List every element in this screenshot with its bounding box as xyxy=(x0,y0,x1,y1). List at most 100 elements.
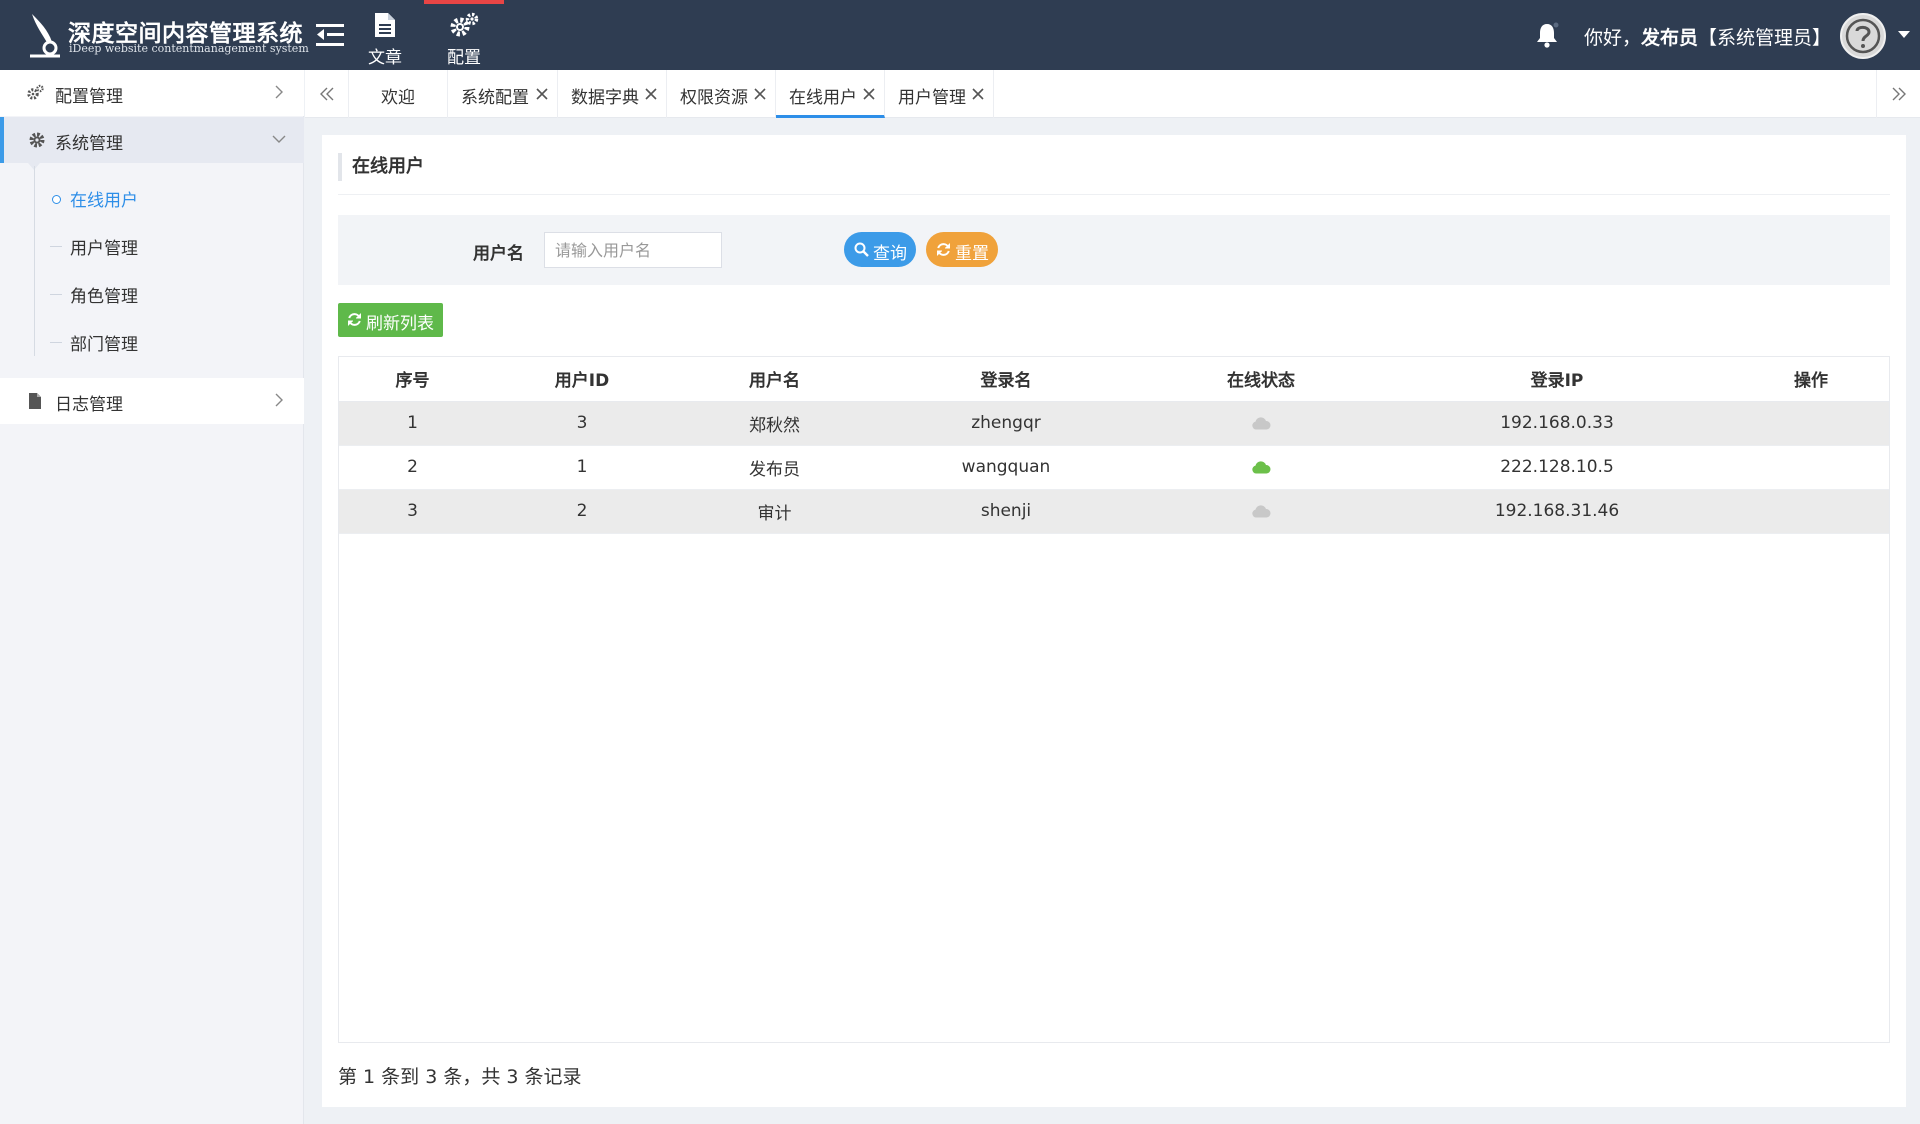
cell-user-name: 发布员 xyxy=(678,445,871,490)
gear-icon xyxy=(29,132,45,148)
quill-logo-icon xyxy=(30,14,60,58)
search-form: 用户名 查询 重置 xyxy=(338,215,1890,285)
sidebar-item-role-management[interactable]: 角色管理 xyxy=(0,270,304,318)
column-header-online-status[interactable]: 在线状态 xyxy=(1141,357,1381,402)
column-header-login-ip[interactable]: 登录IP xyxy=(1381,357,1733,402)
tab-scroll-right[interactable] xyxy=(1876,70,1920,118)
tab-label: 在线用户 xyxy=(789,88,857,108)
sidebar-group-label: 日志管理 xyxy=(55,395,123,415)
column-header-user-name[interactable]: 用户名 xyxy=(678,357,871,402)
sidebar-item-label: 在线用户 xyxy=(70,191,138,211)
sidebar-group-system[interactable]: 系统管理 xyxy=(0,117,304,163)
username-search-input[interactable] xyxy=(544,232,722,268)
column-header-login-name[interactable]: 登录名 xyxy=(871,357,1141,402)
tab-label: 欢迎 xyxy=(381,88,415,108)
sidebar-group-config[interactable]: 配置管理 xyxy=(0,70,304,116)
table-header-row: 序号 用户ID 用户名 登录名 在线状态 登录IP 操作 xyxy=(339,357,1889,402)
sidebar-item-label: 用户管理 xyxy=(70,239,138,259)
tab-bar: 欢迎 系统配置 数据字典 权限资源 在线用户 用户管理 xyxy=(305,70,1920,118)
close-icon[interactable] xyxy=(754,88,766,100)
cell-user-name: 郑秋然 xyxy=(678,401,871,446)
tab-label: 权限资源 xyxy=(680,88,748,108)
cell-actions xyxy=(1733,445,1889,490)
nav-article-label: 文章 xyxy=(368,48,402,68)
close-icon[interactable] xyxy=(536,88,548,100)
title-divider xyxy=(338,194,1890,195)
sidebar: 配置管理 系统管理 在线用户 用户管理 角色管理 部门管理 日志管理 xyxy=(0,70,304,1124)
cell-login-ip: 222.128.10.5 xyxy=(1381,445,1733,490)
tab-welcome[interactable]: 欢迎 xyxy=(349,70,448,118)
sidebar-group-label: 系统管理 xyxy=(55,134,123,154)
column-header-user-id[interactable]: 用户ID xyxy=(486,357,678,402)
cell-index: 1 xyxy=(339,401,486,446)
cell-login-name: wangquan xyxy=(871,445,1141,490)
avatar[interactable] xyxy=(1840,13,1886,59)
cloud-offline-icon xyxy=(1252,504,1271,517)
double-chevron-left-icon xyxy=(320,87,334,101)
nav-article[interactable]: 文章 xyxy=(360,0,410,70)
cloud-offline-icon xyxy=(1252,416,1271,429)
cell-login-name: shenji xyxy=(871,489,1141,534)
sidebar-item-online-users[interactable]: 在线用户 xyxy=(0,174,304,222)
close-icon[interactable] xyxy=(645,88,657,100)
cell-index: 2 xyxy=(339,445,486,490)
cell-actions xyxy=(1733,489,1889,534)
tree-branch xyxy=(50,342,62,343)
chevron-right-icon xyxy=(275,85,283,99)
table-row[interactable]: 1 3 郑秋然 zhengqr 192.168.0.33 xyxy=(339,401,1889,446)
sidebar-item-department-management[interactable]: 部门管理 xyxy=(0,318,304,366)
reset-button-label: 重置 xyxy=(955,244,989,264)
tab-online-users[interactable]: 在线用户 xyxy=(776,70,885,118)
page-title: 在线用户 xyxy=(338,153,424,181)
file-icon xyxy=(29,393,41,409)
column-header-actions: 操作 xyxy=(1733,357,1889,402)
gears-icon xyxy=(450,12,479,37)
table-row[interactable]: 2 1 发布员 wangquan 222.128.10.5 xyxy=(339,445,1889,490)
column-header-index[interactable]: 序号 xyxy=(339,357,486,402)
tab-permissions[interactable]: 权限资源 xyxy=(667,70,776,118)
pagination-summary: 第 1 条到 3 条，共 3 条记录 xyxy=(338,1066,582,1088)
tab-scroll-left[interactable] xyxy=(305,70,349,118)
close-icon[interactable] xyxy=(863,88,875,100)
active-dot-icon xyxy=(52,195,61,204)
sidebar-item-user-management[interactable]: 用户管理 xyxy=(0,222,304,270)
tree-branch xyxy=(50,294,62,295)
search-icon xyxy=(854,242,869,257)
user-name: 发布员 xyxy=(1641,27,1699,49)
tab-label: 用户管理 xyxy=(898,88,966,108)
cell-actions xyxy=(1733,401,1889,446)
refresh-list-button[interactable]: 刷新列表 xyxy=(338,303,443,337)
reset-button[interactable]: 重置 xyxy=(926,232,998,267)
cell-user-id: 2 xyxy=(486,489,678,534)
refresh-list-label: 刷新列表 xyxy=(366,314,434,334)
sidebar-item-label: 部门管理 xyxy=(70,335,138,355)
tab-user-management[interactable]: 用户管理 xyxy=(885,70,994,118)
cloud-online-icon xyxy=(1252,460,1271,473)
cell-index: 3 xyxy=(339,489,486,534)
close-icon[interactable] xyxy=(972,88,984,100)
bell-icon[interactable] xyxy=(1534,22,1560,48)
table-row[interactable]: 3 2 审计 shenji 192.168.31.46 xyxy=(339,489,1889,534)
cell-user-name: 审计 xyxy=(678,489,871,534)
cell-online-status xyxy=(1141,489,1381,534)
tab-data-dictionary[interactable]: 数据字典 xyxy=(558,70,667,118)
chevron-right-icon xyxy=(275,393,283,407)
menu-collapse-icon[interactable] xyxy=(316,22,344,48)
cell-login-ip: 192.168.0.33 xyxy=(1381,401,1733,446)
nav-config[interactable]: 配置 xyxy=(424,0,504,70)
user-greeting[interactable]: 你好，发布员【系统管理员】 xyxy=(1584,23,1831,50)
refresh-icon xyxy=(937,243,950,256)
double-chevron-right-icon xyxy=(1892,87,1906,101)
greeting-prefix: 你好， xyxy=(1584,27,1642,49)
cell-online-status xyxy=(1141,401,1381,446)
sidebar-group-label: 配置管理 xyxy=(55,87,123,107)
query-button[interactable]: 查询 xyxy=(844,232,916,267)
top-header: 深度空间内容管理系统 iDeep website contentmanageme… xyxy=(0,0,1920,70)
sidebar-item-label: 角色管理 xyxy=(70,287,138,307)
user-menu-caret-icon[interactable] xyxy=(1898,31,1910,38)
sidebar-group-log[interactable]: 日志管理 xyxy=(0,378,304,424)
tab-system-config[interactable]: 系统配置 xyxy=(448,70,558,118)
document-icon xyxy=(375,13,395,37)
refresh-icon xyxy=(348,313,361,326)
data-table: 序号 用户ID 用户名 登录名 在线状态 登录IP 操作 1 3 郑秋然 zhe… xyxy=(339,357,1889,534)
